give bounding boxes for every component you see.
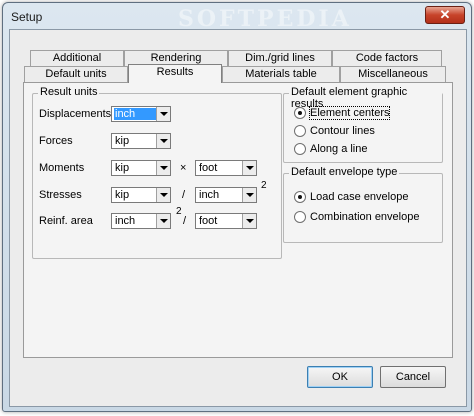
moments-force-unit-select[interactable]: kip (111, 160, 171, 176)
chevron-down-icon[interactable] (242, 214, 256, 228)
moments-length-unit-select[interactable]: foot (195, 160, 257, 176)
tab-label: Results (156, 66, 194, 78)
stresses-label: Stresses (39, 189, 82, 201)
combo-value: kip (115, 162, 130, 174)
forces-unit-select[interactable]: kip (111, 133, 171, 149)
stresses-area-unit-select[interactable]: inch (195, 187, 257, 203)
close-icon: ✕ (439, 7, 451, 22)
graphic-results-group: Default element graphic results Element … (283, 86, 443, 163)
tab-label: Additional (52, 52, 102, 64)
stresses-force-unit-select[interactable]: kip (111, 187, 171, 203)
combo-value: kip (115, 189, 130, 201)
tab-miscellaneous[interactable]: Miscellaneous (340, 66, 446, 82)
combo-value: foot (199, 162, 218, 174)
tab-label: Default units (45, 68, 107, 80)
dialog-client: Additional Rendering Dim./grid lines Cod… (9, 29, 467, 407)
radio-button-icon[interactable] (294, 125, 306, 137)
tab-dim-grid-lines[interactable]: Dim./grid lines (228, 50, 332, 66)
combo-value: foot (199, 215, 218, 227)
stresses-exponent: 2 (261, 180, 267, 191)
tab-additional[interactable]: Additional (30, 50, 124, 66)
tab-code-factors[interactable]: Code factors (332, 50, 442, 66)
forces-label: Forces (39, 135, 73, 147)
tab-label: Rendering (150, 52, 202, 64)
displacements-label: Displacements (39, 108, 112, 120)
displacements-unit-select[interactable]: inch (111, 106, 171, 122)
combo-value: kip (115, 135, 130, 147)
radio-label: Contour lines (310, 125, 375, 137)
tab-default-units[interactable]: Default units (24, 66, 128, 82)
tab-label: Code factors (355, 52, 419, 64)
result-units-title: Result units (38, 86, 100, 98)
tab-label: Dim./grid lines (245, 52, 315, 64)
result-units-group: Result units Displacements inch Forces k… (32, 86, 282, 259)
reinf-area-unit-select[interactable]: inch (111, 213, 171, 229)
title-bar[interactable]: Setup SOFTPEDIA ✕ (3, 3, 471, 32)
envelope-type-group: Default envelope type Load case envelope… (283, 166, 443, 243)
tab-results[interactable]: Results (128, 64, 222, 83)
chevron-down-icon[interactable] (156, 161, 170, 175)
radio-label: Load case envelope (310, 191, 409, 203)
combo-value: inch (115, 215, 136, 227)
chevron-down-icon[interactable] (156, 188, 170, 202)
radio-button-icon[interactable] (294, 107, 306, 119)
reinf-area-label: Reinf. area (39, 215, 93, 227)
chevron-down-icon[interactable] (156, 214, 170, 228)
radio-button-icon[interactable] (294, 143, 306, 155)
tab-label: Miscellaneous (358, 68, 428, 80)
cancel-button[interactable]: Cancel (380, 366, 446, 388)
radio-label: Combination envelope (310, 211, 420, 223)
reinf-area-length-unit-select[interactable]: foot (195, 213, 257, 229)
results-panel: Result units Displacements inch Forces k… (23, 82, 453, 358)
radio-button-icon[interactable] (294, 191, 306, 203)
reinf-area-exponent: 2 (176, 206, 182, 217)
setup-window: Setup SOFTPEDIA ✕ Additional Rendering D… (2, 2, 472, 412)
combo-value: inch (199, 189, 220, 201)
reinf-area-operator: / (183, 215, 187, 227)
radio-button-icon[interactable] (294, 211, 306, 223)
tab-materials-table[interactable]: Materials table (222, 66, 340, 82)
envelope-type-title: Default envelope type (289, 166, 400, 178)
window-title: Setup (11, 10, 43, 24)
stresses-operator: / (182, 189, 186, 201)
chevron-down-icon[interactable] (156, 134, 170, 148)
combo-value: inch (114, 108, 158, 120)
close-button[interactable]: ✕ (425, 6, 465, 24)
chevron-down-icon[interactable] (156, 107, 170, 121)
chevron-down-icon[interactable] (242, 188, 256, 202)
radio-label: Element centers (308, 106, 391, 120)
moments-operator: × (180, 162, 187, 174)
chevron-down-icon[interactable] (242, 161, 256, 175)
ok-button[interactable]: OK (307, 366, 373, 388)
moments-label: Moments (39, 162, 85, 174)
tab-label: Materials table (245, 68, 317, 80)
radio-label: Along a line (310, 143, 368, 155)
